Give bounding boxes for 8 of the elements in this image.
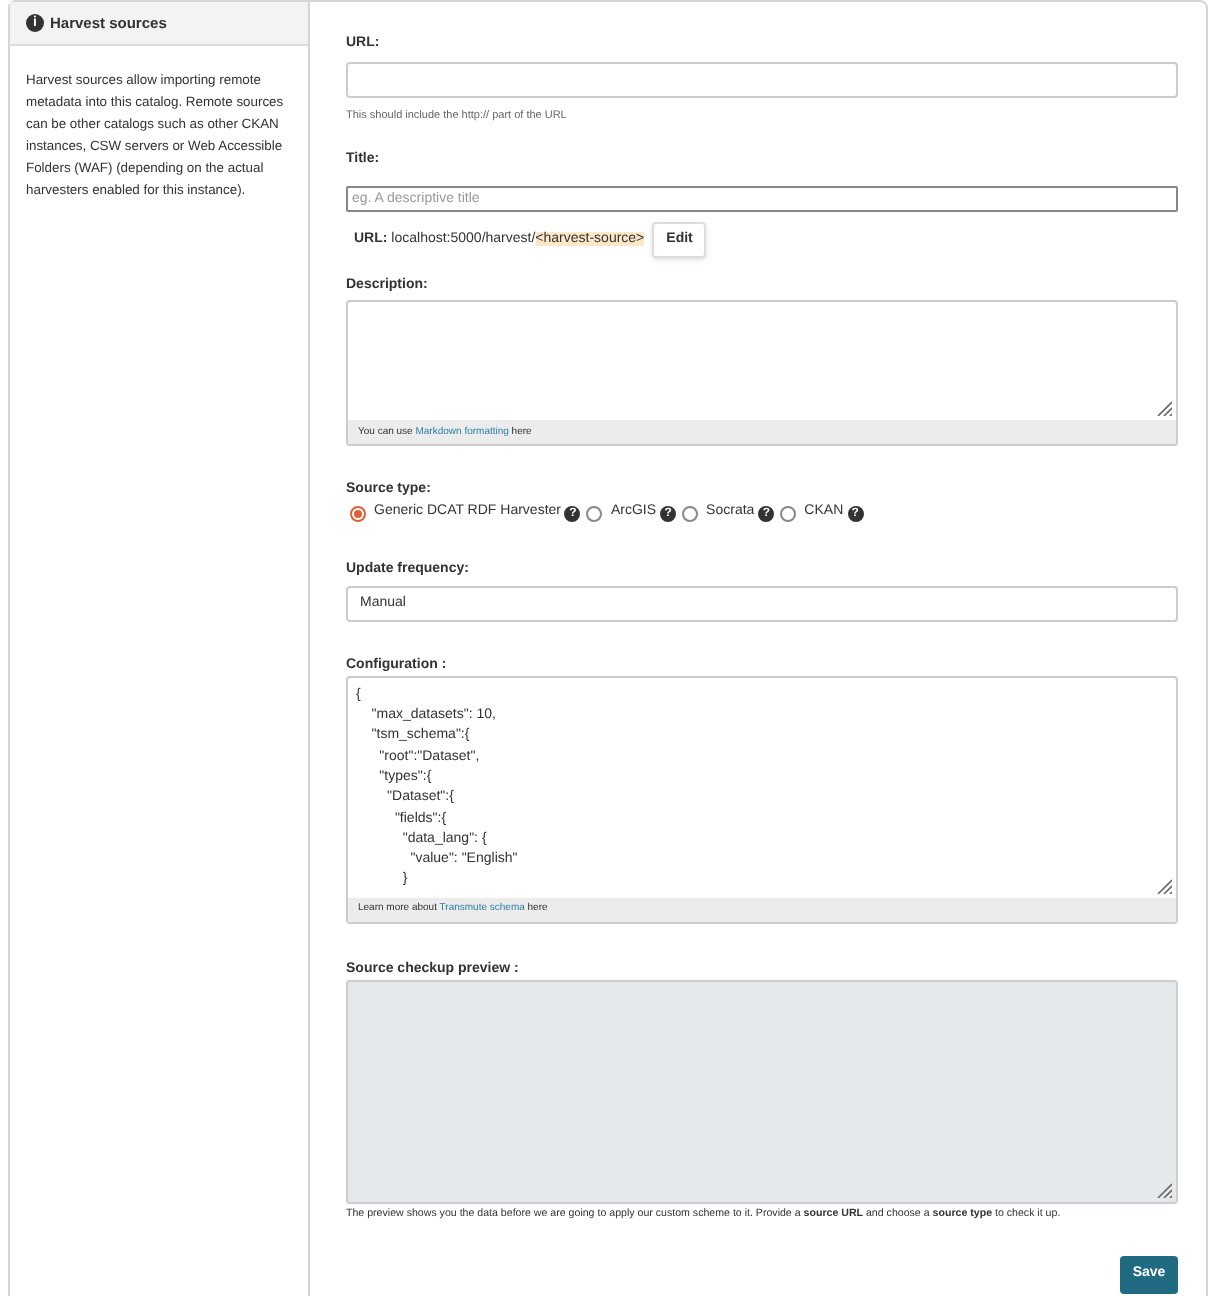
radio-button[interactable] — [682, 505, 699, 521]
resize-handle-icon[interactable] — [1156, 877, 1172, 894]
radio-button[interactable] — [350, 505, 366, 521]
resize-handle-icon[interactable] — [1156, 1181, 1172, 1198]
radio-button[interactable] — [780, 505, 797, 521]
url-input[interactable] — [346, 62, 1178, 98]
radio-button[interactable] — [586, 505, 603, 521]
resize-handle-icon[interactable] — [1156, 400, 1172, 417]
